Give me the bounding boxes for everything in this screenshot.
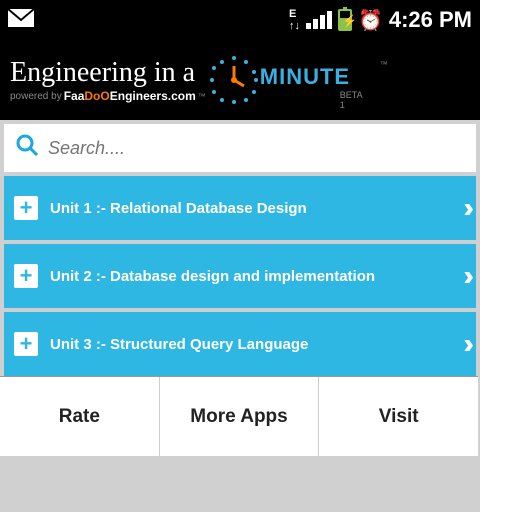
chevron-right-icon: ›› xyxy=(463,192,466,224)
options-menu: Rate More Apps Visit xyxy=(0,376,478,456)
powered-by: powered by FaaDoOEngineers.com ™ xyxy=(10,89,206,103)
status-bar: E↑↓ ⚡ ⏰ 4:26 PM xyxy=(0,0,480,40)
unit-row[interactable]: + Unit 3 :- Structured Query Language ›› xyxy=(4,312,476,376)
more-apps-button[interactable]: More Apps xyxy=(160,377,320,456)
battery-icon: ⚡ xyxy=(338,9,352,31)
expand-icon[interactable]: + xyxy=(14,332,38,356)
search-icon xyxy=(16,134,38,162)
visit-button[interactable]: Visit xyxy=(319,377,478,456)
search-row[interactable] xyxy=(4,124,476,172)
search-input[interactable] xyxy=(48,138,464,159)
clock-time: 4:26 PM xyxy=(389,7,472,33)
network-type: E↑↓ xyxy=(289,8,300,32)
expand-icon[interactable]: + xyxy=(14,196,38,220)
signal-icon xyxy=(306,11,332,29)
app-header: Engineering in a powered by FaaDoOEngine… xyxy=(0,40,480,120)
unit-row[interactable]: + Unit 2 :- Database design and implemen… xyxy=(4,244,476,308)
chevron-right-icon: ›› xyxy=(463,328,466,360)
minute-logo: MINUTE ™ BETA 1 xyxy=(210,56,258,104)
alarm-icon: ⏰ xyxy=(358,8,383,33)
unit-label: Unit 2 :- Database design and implementa… xyxy=(50,268,451,285)
unit-label: Unit 1 :- Relational Database Design xyxy=(50,200,451,217)
unit-row[interactable]: + Unit 1 :- Relational Database Design ›… xyxy=(4,176,476,240)
unit-label: Unit 3 :- Structured Query Language xyxy=(50,336,451,353)
expand-icon[interactable]: + xyxy=(14,264,38,288)
chevron-right-icon: ›› xyxy=(463,260,466,292)
mail-icon xyxy=(8,9,34,32)
rate-button[interactable]: Rate xyxy=(0,377,160,456)
app-title: Engineering in a xyxy=(10,57,206,89)
